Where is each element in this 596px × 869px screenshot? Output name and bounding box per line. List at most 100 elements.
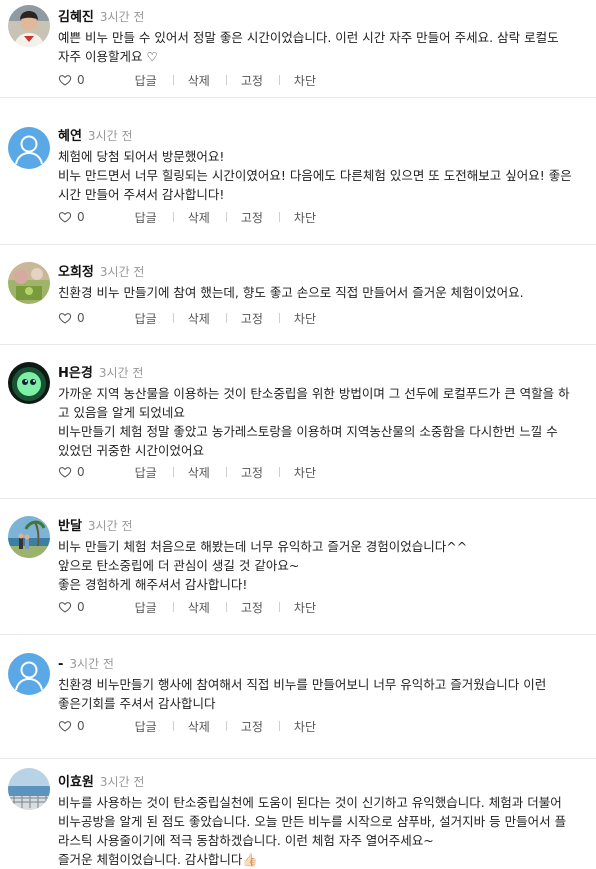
author-name[interactable]: H은경	[58, 366, 93, 381]
like-button[interactable]: 0	[58, 600, 85, 614]
avatar[interactable]	[8, 653, 50, 695]
heart-outline-icon	[58, 719, 77, 733]
delete-button[interactable]: 삭제	[188, 72, 210, 89]
comment-actions: 0 답글 삭제 고정 차단	[58, 598, 316, 616]
comment-divider	[0, 498, 596, 499]
avatar[interactable]	[8, 516, 50, 558]
action-separator	[225, 467, 227, 477]
avatar[interactable]	[8, 362, 50, 404]
timestamp: 3시간 전	[69, 657, 114, 671]
heart-outline-icon	[58, 210, 77, 224]
pin-button[interactable]: 고정	[241, 209, 263, 226]
comment-text: 비누를 사용하는 것이 탄소중립실천에 도움이 된다는 것이 신기하고 유익했습…	[58, 793, 588, 869]
author-name[interactable]: 혜연	[58, 129, 82, 144]
delete-button[interactable]: 삭제	[188, 599, 210, 616]
comment-text-line: 비누 만드면서 너무 힐링되는 시간이였어요! 다음에도 다른체험 있으면 또 …	[58, 168, 572, 183]
comment-text-line: 친환경 비누만들기 행사에 참여해서 직접 비누를 만들어보니 너무 유익하고 …	[58, 677, 547, 692]
reply-button[interactable]: 답글	[135, 310, 157, 327]
reply-button[interactable]: 답글	[135, 599, 157, 616]
comment-text-line: 앞으로 탄소중립에 더 관심이 생길 것 같아요~	[58, 558, 300, 573]
timestamp: 3시간 전	[87, 519, 133, 533]
delete-button[interactable]: 삭제	[188, 718, 210, 735]
action-separator	[278, 467, 280, 477]
timestamp: 3시간 전	[87, 129, 133, 143]
like-count: 0	[77, 719, 85, 733]
comment-text: 친환경 비누만들기 행사에 참여해서 직접 비누를 만들어보니 너무 유익하고 …	[58, 675, 588, 713]
comment-text: 친환경 비누 만들기에 참여 했는데, 향도 좋고 손으로 직접 만들어서 즐거…	[58, 283, 588, 302]
pin-button[interactable]: 고정	[241, 310, 263, 327]
comment-text-line: 있었던 귀중한 시간이었어요	[58, 443, 204, 458]
avatar[interactable]	[8, 262, 50, 304]
reply-button[interactable]: 답글	[135, 718, 157, 735]
action-separator	[225, 75, 227, 85]
pin-button[interactable]: 고정	[241, 464, 263, 481]
avatar[interactable]	[8, 5, 50, 47]
like-button[interactable]: 0	[58, 210, 85, 224]
avatar[interactable]	[8, 127, 50, 169]
timestamp: 3시간 전	[99, 265, 145, 279]
comment-meta: -3시간 전	[58, 653, 114, 673]
comment-meta: 김혜진 3시간 전	[58, 6, 144, 26]
reply-button[interactable]: 답글	[135, 464, 157, 481]
comment-text: 체험에 당첨 되어서 방문했어요! 비누 만드면서 너무 힐링되는 시간이였어요!…	[58, 147, 588, 204]
comment-text-line: 체험에 당첨 되어서 방문했어요!	[58, 149, 225, 164]
action-separator	[172, 313, 174, 323]
action-separator	[278, 602, 280, 612]
timestamp: 3시간 전	[98, 366, 144, 380]
comment-divider	[0, 758, 596, 759]
like-count: 0	[77, 73, 85, 87]
delete-button[interactable]: 삭제	[188, 310, 210, 327]
reply-button[interactable]: 답글	[135, 72, 157, 89]
like-button[interactable]: 0	[58, 719, 85, 733]
author-name[interactable]: 반달	[58, 519, 82, 534]
avatar[interactable]	[8, 768, 50, 810]
author-name[interactable]: 오희정	[58, 265, 94, 280]
block-button[interactable]: 차단	[294, 310, 316, 327]
action-separator	[278, 313, 280, 323]
comment-text: 비누 만들기 체험 처음으로 해봤는데 너무 유익하고 즐거운 경험이었습니다^…	[58, 537, 588, 594]
author-name[interactable]: 김혜진	[58, 10, 94, 25]
action-separator	[225, 602, 227, 612]
comment-text-line: 시간 만들어 주셔서 감사합니다!	[58, 187, 225, 202]
comment-meta: 이효원 3시간 전	[58, 771, 144, 791]
block-button[interactable]: 차단	[294, 72, 316, 89]
block-button[interactable]: 차단	[294, 209, 316, 226]
like-button[interactable]: 0	[58, 465, 85, 479]
pin-button[interactable]: 고정	[241, 599, 263, 616]
action-separator	[172, 721, 174, 731]
delete-button[interactable]: 삭제	[188, 464, 210, 481]
comment-divider	[0, 97, 596, 98]
comment-text-line: 좋은기회를 주셔서 감사합니다	[58, 696, 216, 711]
block-button[interactable]: 차단	[294, 464, 316, 481]
comment-text-line: 비누 만들기 체험 처음으로 해봤는데 너무 유익하고 즐거운 경험이었습니다^…	[58, 539, 468, 554]
comment-text-line: 고 있음을 알게 되었네요	[58, 405, 185, 420]
block-button[interactable]: 차단	[294, 718, 316, 735]
timestamp: 3시간 전	[99, 775, 145, 789]
like-count: 0	[77, 311, 85, 325]
comment-meta: 혜연 3시간 전	[58, 125, 133, 145]
timestamp: 3시간 전	[99, 10, 145, 24]
comment-meta: H은경 3시간 전	[58, 362, 143, 382]
like-count: 0	[77, 465, 85, 479]
author-name[interactable]: -	[58, 657, 63, 672]
like-button[interactable]: 0	[58, 311, 85, 325]
comment-text-line: 친환경 비누 만들기에 참여 했는데, 향도 좋고 손으로 직접 만들어서 즐거…	[58, 285, 524, 300]
comment-actions: 0 답글 삭제 고정 차단	[58, 71, 316, 89]
comment-text-line: 비누공방을 알게 된 점도 좋았습니다. 오늘 만든 비누를 시작으로 샴푸바,…	[58, 814, 567, 829]
author-name[interactable]: 이효원	[58, 775, 94, 790]
action-separator	[225, 313, 227, 323]
pin-button[interactable]: 고정	[241, 718, 263, 735]
comment-divider	[0, 634, 596, 635]
action-separator	[225, 212, 227, 222]
action-separator	[278, 721, 280, 731]
comment-actions: 0 답글 삭제 고정 차단	[58, 208, 316, 226]
delete-button[interactable]: 삭제	[188, 209, 210, 226]
comment-divider	[0, 344, 596, 345]
reply-button[interactable]: 답글	[135, 209, 157, 226]
block-button[interactable]: 차단	[294, 599, 316, 616]
comment-divider	[0, 244, 596, 245]
like-button[interactable]: 0	[58, 73, 85, 87]
pin-button[interactable]: 고정	[241, 72, 263, 89]
comment-text: 가까운 지역 농산물을 이용하는 것이 탄소중립을 위한 방법이며 그 선두에 …	[58, 384, 588, 460]
comment-actions: 0 답글 삭제 고정 차단	[58, 309, 316, 327]
